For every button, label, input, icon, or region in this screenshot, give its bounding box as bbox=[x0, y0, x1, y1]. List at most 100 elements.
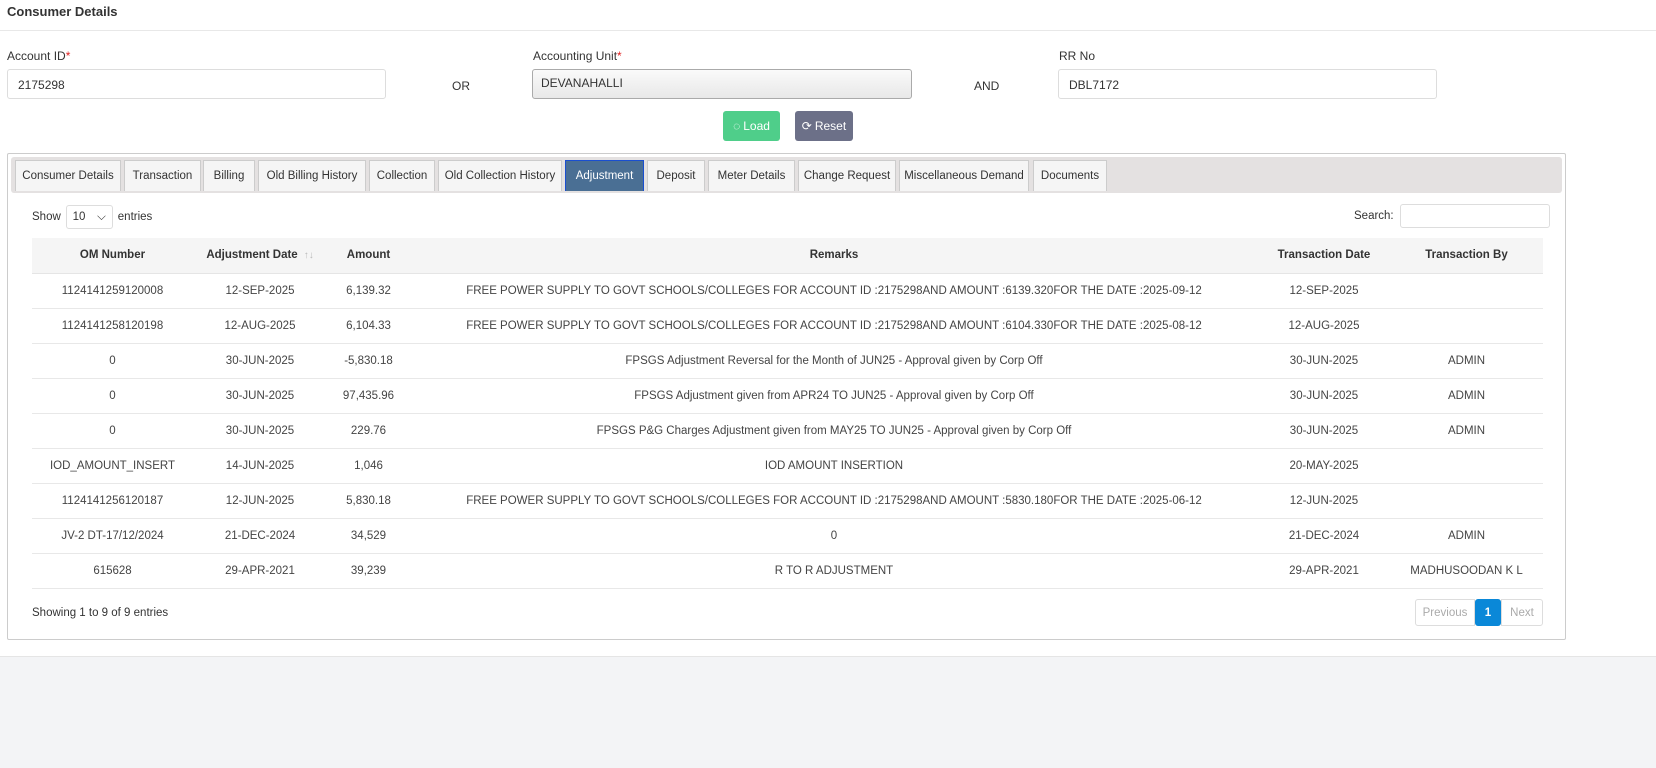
table-cell: 12-JUN-2025 bbox=[1258, 483, 1390, 519]
table-cell: 30-JUN-2025 bbox=[1258, 378, 1390, 414]
chevron-down-icon: ⌵ bbox=[97, 210, 106, 223]
tab-transaction[interactable]: Transaction bbox=[124, 160, 201, 191]
and-label: AND bbox=[974, 79, 1000, 93]
table-cell: 5,830.18 bbox=[327, 483, 410, 519]
rr-no-input[interactable]: DBL7172 bbox=[1058, 69, 1437, 99]
table-cell: IOD_AMOUNT_INSERT bbox=[32, 448, 193, 484]
adjustment-table: OM Number Adjustment Date ↑↓ Amount Remarks T… bbox=[32, 238, 1543, 589]
table-row: 615628 29-APR-2021 39,239 R TO R ADJUSTMENT… bbox=[32, 553, 1543, 589]
tab-old-collection-history[interactable]: Old Collection History bbox=[438, 160, 562, 191]
table-cell: 12-SEP-2025 bbox=[193, 273, 327, 309]
column-header[interactable]: Remarks bbox=[410, 238, 1258, 274]
table-row: IOD_AMOUNT_INSERT 14-JUN-2025 1,046 IOD AMO… bbox=[32, 448, 1543, 484]
page-1-button[interactable]: 1 bbox=[1475, 599, 1501, 626]
account-id-input[interactable]: 2175298 bbox=[7, 69, 386, 99]
reset-button[interactable]: ⟳ Reset bbox=[795, 111, 853, 141]
table-cell: FPSGS Adjustment given from APR24 TO JUN… bbox=[410, 378, 1258, 414]
column-header[interactable]: Transaction By bbox=[1390, 238, 1543, 274]
table-row: 0 30-JUN-2025 229.76 FPSGS P&G Charges Adju… bbox=[32, 413, 1543, 449]
table-cell: 97,435.96 bbox=[327, 378, 410, 414]
table-cell: 30-JUN-2025 bbox=[1258, 343, 1390, 379]
next-button[interactable]: Next bbox=[1501, 599, 1543, 626]
table-cell: FREE POWER SUPPLY TO GOVT SCHOOLS/COLLEG… bbox=[410, 483, 1258, 519]
page-length-value: 10 bbox=[72, 211, 86, 223]
table-row: 1124141258120198 12-AUG-2025 6,104.33 FREE … bbox=[32, 308, 1543, 344]
tab-miscellaneous-demand[interactable]: Miscellaneous Demand bbox=[899, 160, 1029, 191]
search-input[interactable] bbox=[1399, 204, 1550, 228]
table-cell: 0 bbox=[410, 518, 1258, 554]
tab-change-request[interactable]: Change Request bbox=[798, 160, 896, 191]
table-cell: ADMIN bbox=[1390, 343, 1543, 379]
table-cell: IOD AMOUNT INSERTION bbox=[410, 448, 1258, 484]
tab-deposit[interactable]: Deposit bbox=[647, 160, 705, 191]
or-label: OR bbox=[452, 79, 470, 93]
table-cell: 14-JUN-2025 bbox=[193, 448, 327, 484]
table-cell: 39,239 bbox=[327, 553, 410, 589]
previous-button[interactable]: Previous bbox=[1415, 599, 1475, 626]
column-header-label: Adjustment Date bbox=[206, 249, 298, 262]
column-header[interactable]: Adjustment Date ↑↓ bbox=[193, 238, 327, 274]
table-cell: 21-DEC-2024 bbox=[1258, 518, 1390, 554]
column-header-label: Remarks bbox=[809, 249, 859, 262]
table-cell: ADMIN bbox=[1390, 518, 1543, 554]
load-label: Load bbox=[743, 119, 770, 133]
load-button[interactable]: ◌ Load bbox=[723, 111, 780, 141]
table-row: 1124141259120008 12-SEP-2025 6,139.32 FREE … bbox=[32, 273, 1543, 309]
table-cell: 0 bbox=[32, 343, 193, 379]
entries-label: entries bbox=[117, 211, 153, 223]
tab-billing[interactable]: Billing bbox=[203, 160, 255, 191]
column-header[interactable]: OM Number bbox=[32, 238, 193, 274]
table-cell: 20-MAY-2025 bbox=[1258, 448, 1390, 484]
pagination: Previous 1 Next bbox=[1415, 599, 1543, 626]
table-cell: FPSGS Adjustment Reversal for the Month … bbox=[410, 343, 1258, 379]
table-cell: 0 bbox=[32, 413, 193, 449]
sort-icon[interactable]: ↑↓ bbox=[304, 250, 314, 261]
table-cell: 29-APR-2021 bbox=[1258, 553, 1390, 589]
table-cell: 1,046 bbox=[327, 448, 410, 484]
table-info: Showing 1 to 9 of 9 entries bbox=[32, 607, 169, 619]
tab-collection[interactable]: Collection bbox=[369, 160, 435, 191]
column-header-label: Transaction Date bbox=[1277, 249, 1371, 262]
table-cell: FREE POWER SUPPLY TO GOVT SCHOOLS/COLLEG… bbox=[410, 308, 1258, 344]
table-cell: 30-JUN-2025 bbox=[193, 343, 327, 379]
table-cell: 1124141256120187 bbox=[32, 483, 193, 519]
table-cell: 30-JUN-2025 bbox=[193, 413, 327, 449]
table-cell: 12-SEP-2025 bbox=[1258, 273, 1390, 309]
tab-adjustment[interactable]: Adjustment bbox=[565, 160, 644, 191]
page-title: Consumer Details bbox=[7, 4, 118, 19]
table-cell: 30-JUN-2025 bbox=[1258, 413, 1390, 449]
accounting-unit-select[interactable]: DEVANAHALLI bbox=[532, 69, 912, 99]
table-cell: FREE POWER SUPPLY TO GOVT SCHOOLS/COLLEG… bbox=[410, 273, 1258, 309]
column-header-label: Transaction By bbox=[1425, 249, 1508, 262]
search-label: Search: bbox=[1354, 210, 1394, 222]
table-row: JV-2 DT-17/12/2024 21-DEC-2024 34,529 0 21-D… bbox=[32, 518, 1543, 554]
table-cell: 1124141259120008 bbox=[32, 273, 193, 309]
table-cell: FPSGS P&G Charges Adjustment given from … bbox=[410, 413, 1258, 449]
account-id-label: Account ID* bbox=[7, 49, 71, 63]
table-cell: 12-JUN-2025 bbox=[193, 483, 327, 519]
column-header-label: Amount bbox=[346, 249, 391, 262]
column-header[interactable]: Transaction Date bbox=[1258, 238, 1390, 274]
table-cell: 12-AUG-2025 bbox=[1258, 308, 1390, 344]
tab-meter-details[interactable]: Meter Details bbox=[708, 160, 795, 191]
column-header[interactable]: Amount bbox=[327, 238, 410, 274]
search-control: Search: bbox=[1354, 204, 1550, 228]
table-row: 1124141256120187 12-JUN-2025 5,830.18 FREE … bbox=[32, 483, 1543, 519]
divider bbox=[0, 30, 1656, 31]
table-cell: 1124141258120198 bbox=[32, 308, 193, 344]
tab-consumer-details[interactable]: Consumer Details bbox=[15, 160, 121, 191]
table-cell: -5,830.18 bbox=[327, 343, 410, 379]
table-cell: 615628 bbox=[32, 553, 193, 589]
table-cell: 6,104.33 bbox=[327, 308, 410, 344]
tab-old-billing-history[interactable]: Old Billing History bbox=[258, 160, 366, 191]
table-cell: 229.76 bbox=[327, 413, 410, 449]
table-cell: JV-2 DT-17/12/2024 bbox=[32, 518, 193, 554]
table-cell bbox=[1390, 273, 1543, 309]
table-row: 0 30-JUN-2025 -5,830.18 FPSGS Adjustment Re… bbox=[32, 343, 1543, 379]
page-length-select[interactable]: 10 ⌵ bbox=[65, 205, 113, 229]
tab-documents[interactable]: Documents bbox=[1033, 160, 1107, 191]
reset-label: Reset bbox=[814, 119, 847, 133]
accounting-unit-label: Accounting Unit* bbox=[533, 49, 622, 63]
column-header-label: OM Number bbox=[79, 249, 146, 262]
table-cell bbox=[1390, 483, 1543, 519]
